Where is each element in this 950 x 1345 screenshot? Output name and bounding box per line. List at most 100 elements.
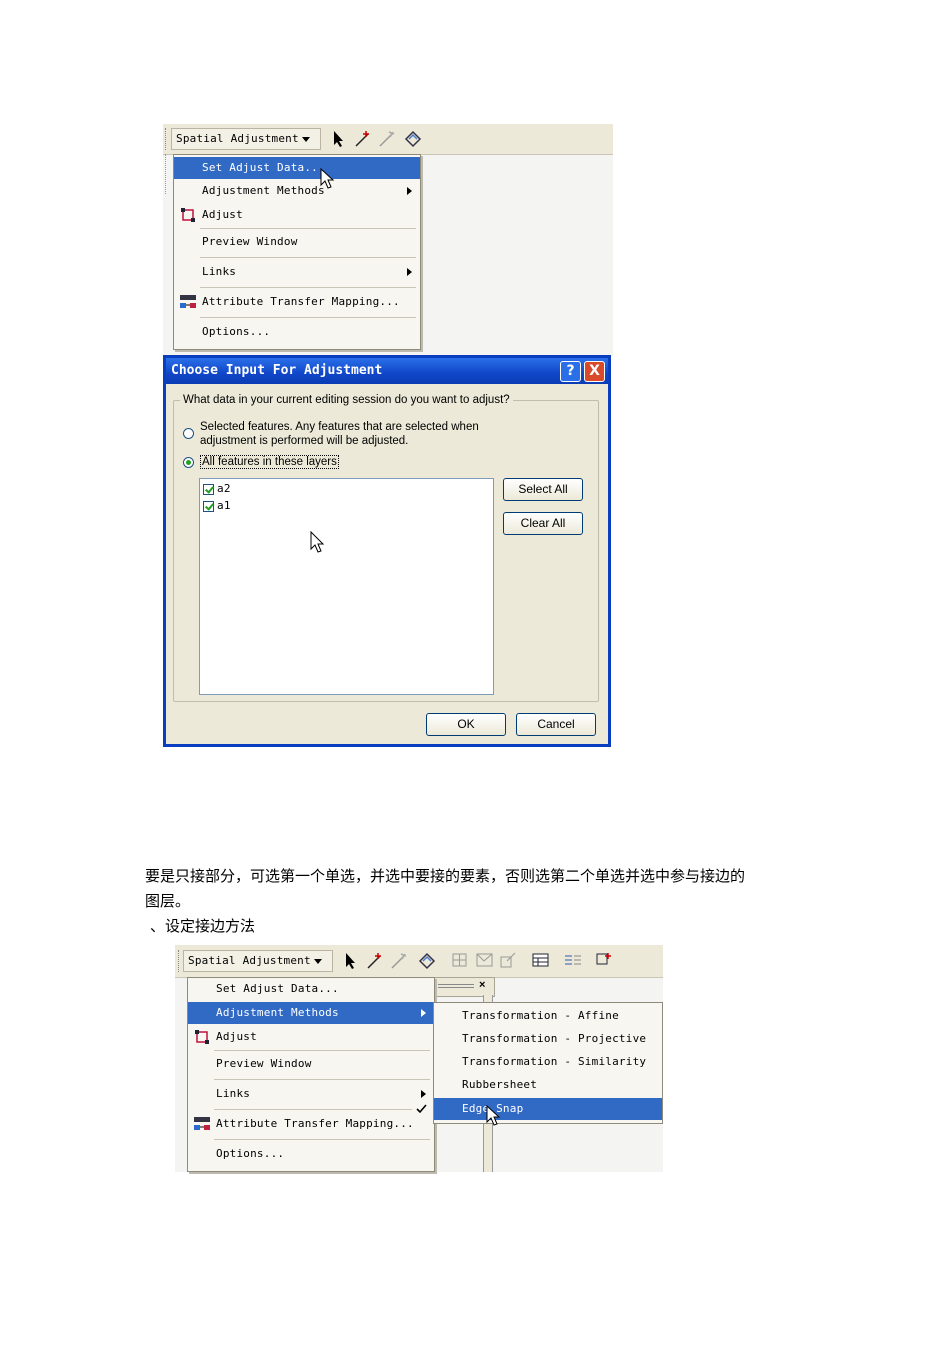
menu-item-options[interactable]: Options... xyxy=(174,321,420,343)
attribute-mapping-icon xyxy=(180,295,196,308)
menu-item-label: Adjust xyxy=(202,208,243,221)
submenu-item-label: Rubbersheet xyxy=(462,1078,538,1091)
menu-item-label: Adjust xyxy=(216,1030,257,1043)
menu-separator xyxy=(200,287,416,288)
menu-item-label: Links xyxy=(202,265,237,278)
spatial-adjustment-dropdown[interactable]: Spatial Adjustment xyxy=(171,128,321,150)
submenu-item-label: Transformation - Affine xyxy=(462,1009,619,1022)
spatial-adjustment-menu-screenshot: Spatial Adjustment Set Adjust Data... Ad… xyxy=(163,124,613,356)
mouse-cursor-icon xyxy=(486,1105,501,1126)
adjustment-methods-menu-screenshot: Spatial Adjustment × Set Adjust Data... … xyxy=(175,945,663,1172)
help-button[interactable]: ? xyxy=(560,361,581,382)
close-button[interactable]: X xyxy=(584,361,605,382)
dialog-titlebar[interactable]: Choose Input For Adjustment xyxy=(166,358,608,384)
modify-link-icon[interactable] xyxy=(377,129,397,149)
menu-item-label: Attribute Transfer Mapping... xyxy=(216,1117,414,1130)
layer-name-a2[interactable]: a2 xyxy=(217,482,231,495)
adjust-icon xyxy=(195,1030,209,1044)
submenu-item-projective[interactable]: Transformation - Projective xyxy=(434,1028,662,1050)
submenu-arrow-icon xyxy=(407,268,412,276)
panel-grip xyxy=(438,984,474,985)
clear-all-button[interactable]: Clear All xyxy=(503,512,583,535)
radio-selected-features-label[interactable]: Selected features. Any features that are… xyxy=(200,420,479,448)
menu-item-attribute-transfer-mapping[interactable]: Attribute Transfer Mapping... xyxy=(174,291,420,313)
instruction-paragraph-line2: 图层。 xyxy=(145,892,191,910)
checkmark-icon xyxy=(416,1104,427,1114)
menu-item-label: Options... xyxy=(202,325,271,338)
submenu-item-edge-snap[interactable]: Edge Snap xyxy=(412,1098,662,1120)
menu-item-options[interactable]: Options... xyxy=(188,1143,434,1165)
submenu-item-similarity[interactable]: Transformation - Similarity xyxy=(434,1051,662,1073)
menu-item-adjust[interactable]: Adjust xyxy=(174,204,420,226)
menu-item-label: Preview Window xyxy=(216,1057,312,1070)
menu-item-label: Set Adjust Data... xyxy=(202,161,325,174)
menu-item-set-adjust-data[interactable]: Set Adjust Data... xyxy=(188,978,434,1000)
limited-adjustment-area-icon[interactable] xyxy=(403,129,423,149)
menu-item-label: Adjustment Methods xyxy=(216,1006,339,1019)
menu-separator xyxy=(200,257,416,258)
toolbar-grip-lower xyxy=(165,154,172,194)
select-pointer-icon[interactable] xyxy=(331,130,347,148)
radio-selected-features[interactable] xyxy=(183,428,194,439)
menu-item-attribute-transfer-mapping[interactable]: Attribute Transfer Mapping... xyxy=(188,1113,434,1135)
modify-link-icon[interactable] xyxy=(389,951,409,971)
instruction-paragraph-line1: 要是只接部分，可选第一个单选，并选中要接的要素，否则选第二个单选并选中参与接边的 xyxy=(145,867,746,885)
spatial-adjustment-dropdown-label: Spatial Adjustment xyxy=(188,954,311,967)
attribute-transfer-icon[interactable] xyxy=(595,951,615,969)
select-all-button[interactable]: Select All xyxy=(503,478,583,501)
spatial-adjustment-menu-2: Set Adjust Data... Adjustment Methods Ad… xyxy=(187,977,435,1172)
chevron-down-icon xyxy=(314,959,322,964)
menu-item-set-adjust-data[interactable]: Set Adjust Data... xyxy=(174,157,420,179)
groupbox-label: What data in your current editing sessio… xyxy=(180,394,513,406)
menu-item-links[interactable]: Links xyxy=(174,261,420,283)
panel-close-icon[interactable]: × xyxy=(479,979,485,991)
toolbar-grip[interactable] xyxy=(178,950,182,972)
grid-icon[interactable] xyxy=(451,951,469,969)
adjustment-methods-submenu: Transformation - Affine Transformation -… xyxy=(412,1002,663,1124)
menu-item-adjust[interactable]: Adjust xyxy=(188,1026,434,1048)
radio-all-features-label[interactable]: All features in these layers xyxy=(200,455,339,469)
radio-all-features[interactable] xyxy=(183,457,194,468)
layer-checkbox-a2[interactable] xyxy=(203,484,214,495)
new-link-icon[interactable] xyxy=(353,129,373,149)
toolbar-grip[interactable] xyxy=(165,128,169,150)
radio-label-line: Selected features. Any features that are… xyxy=(200,421,479,433)
cancel-button[interactable]: Cancel xyxy=(516,713,596,736)
radio-label-line: adjustment is performed will be adjusted… xyxy=(200,435,409,447)
menu-item-adjustment-methods[interactable]: Adjustment Methods xyxy=(188,1002,434,1024)
spatial-adjustment-toolbar: Spatial Adjustment xyxy=(163,124,613,155)
layer-name-a1[interactable]: a1 xyxy=(217,499,231,512)
submenu-arrow-icon xyxy=(421,1090,426,1098)
spatial-adjustment-dropdown-2[interactable]: Spatial Adjustment xyxy=(183,950,333,972)
step-heading: 、设定接边方法 xyxy=(150,917,256,935)
dialog-title: Choose Input For Adjustment xyxy=(171,363,383,378)
ok-button[interactable]: OK xyxy=(426,713,506,736)
spatial-adjustment-menu: Set Adjust Data... Adjustment Methods Ad… xyxy=(173,154,421,350)
spatial-adjustment-dropdown-label: Spatial Adjustment xyxy=(176,132,299,145)
menu-item-preview-window[interactable]: Preview Window xyxy=(174,231,420,253)
menu-item-preview-window[interactable]: Preview Window xyxy=(188,1053,434,1075)
multi-displacement-icon[interactable] xyxy=(475,951,495,969)
link-table-icon[interactable] xyxy=(531,951,551,969)
menu-item-label: Set Adjust Data... xyxy=(216,982,339,995)
menu-item-adjustment-methods[interactable]: Adjustment Methods xyxy=(174,180,420,202)
layers-listbox[interactable]: a2 a1 xyxy=(199,478,494,695)
edge-match-icon[interactable] xyxy=(563,951,583,969)
spatial-adjustment-toolbar-2: Spatial Adjustment xyxy=(175,945,663,978)
menu-separator xyxy=(214,1109,430,1110)
help-icon: ? xyxy=(566,363,575,379)
menu-separator xyxy=(214,1079,430,1080)
menu-item-label: Preview Window xyxy=(202,235,298,248)
menu-item-links[interactable]: Links xyxy=(188,1083,434,1105)
submenu-item-affine[interactable]: Transformation - Affine xyxy=(434,1005,662,1027)
submenu-arrow-icon xyxy=(407,187,412,195)
layer-checkbox-a1[interactable] xyxy=(203,501,214,512)
limited-adjustment-area-icon[interactable] xyxy=(417,951,437,971)
select-pointer-icon[interactable] xyxy=(343,952,359,970)
close-icon: X xyxy=(589,363,600,379)
attribute-mapping-icon xyxy=(194,1117,210,1130)
identity-link-icon[interactable] xyxy=(499,951,519,969)
new-link-icon[interactable] xyxy=(365,951,385,971)
submenu-item-rubbersheet[interactable]: Rubbersheet xyxy=(434,1074,662,1096)
menu-item-label: Attribute Transfer Mapping... xyxy=(202,295,400,308)
